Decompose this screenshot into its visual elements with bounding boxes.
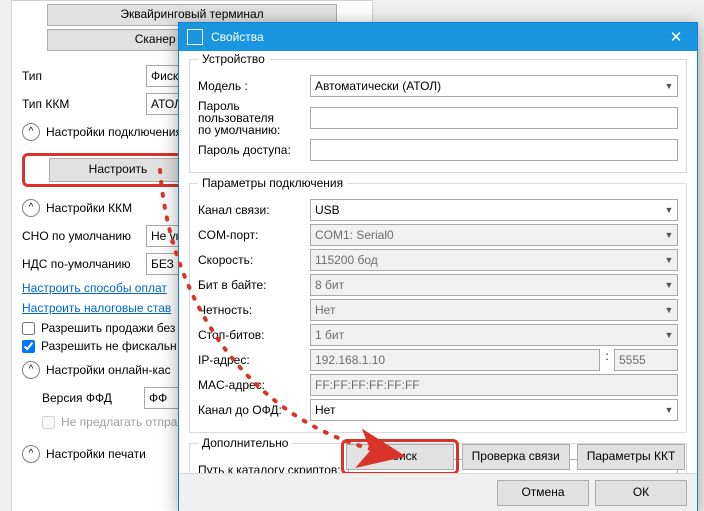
- chevron-down-icon: ▼: [661, 200, 677, 220]
- kkm-section-label: Настройки ККМ: [46, 201, 132, 215]
- chevron-down-icon: ▼: [661, 400, 677, 420]
- model-value: Автоматически (АТОЛ): [315, 79, 441, 93]
- model-label: Модель :: [198, 79, 310, 93]
- parity-value: Нет: [315, 303, 335, 317]
- online-section-label: Настройки онлайн-кас: [46, 363, 171, 377]
- access-password-input[interactable]: [310, 139, 678, 161]
- chevron-down-icon: ▼: [661, 225, 677, 245]
- stopbits-select: 1 бит ▼: [310, 324, 678, 346]
- user-password-input[interactable]: [310, 107, 678, 129]
- print-section-label: Настройки печати: [46, 447, 146, 461]
- chevron-down-icon: ▼: [661, 76, 677, 96]
- titlebar[interactable]: Свойства ✕: [179, 23, 697, 51]
- device-group: Устройство Модель : Автоматически (АТОЛ)…: [189, 59, 687, 173]
- channel-label: Канал связи:: [198, 203, 310, 217]
- stopbits-value: 1 бит: [315, 328, 344, 342]
- connection-group: Параметры подключения Канал связи:USB▼ C…: [189, 183, 687, 433]
- bits-label: Бит в байте:: [198, 278, 310, 292]
- channel-value: USB: [315, 203, 340, 217]
- chevron-up-icon: ^: [22, 445, 40, 463]
- port-input: 5555: [614, 349, 678, 371]
- connection-section-label: Настройки подключения: [46, 125, 182, 139]
- chevron-down-icon: ▼: [661, 250, 677, 270]
- sno-label: СНО по умолчанию: [22, 229, 140, 243]
- chevron-up-icon: ^: [22, 199, 40, 217]
- parity-select: Нет ▼: [310, 299, 678, 321]
- ofd-label: Канал до ОФД:: [198, 403, 310, 417]
- ip-value: 192.168.1.10: [315, 353, 385, 367]
- ofd-value: Нет: [315, 403, 335, 417]
- bits-value: 8 бит: [315, 278, 344, 292]
- kkm-type-label: Тип ККМ: [22, 97, 140, 111]
- ofd-select[interactable]: Нет ▼: [310, 399, 678, 421]
- chevron-up-icon: ^: [22, 123, 40, 141]
- stopbits-label: Стоп-битов:: [198, 328, 310, 342]
- speed-value: 115200 бод: [315, 253, 378, 267]
- connection-legend: Параметры подключения: [198, 176, 347, 190]
- speed-label: Скорость:: [198, 253, 310, 267]
- chevron-down-icon: ▼: [661, 300, 677, 320]
- check-connection-button[interactable]: Проверка связи: [462, 444, 570, 470]
- ip-input: 192.168.1.10: [310, 349, 600, 371]
- com-port-label: COM-порт:: [198, 228, 310, 242]
- chevron-down-icon: ▼: [661, 325, 677, 345]
- type-label: Тип: [22, 69, 140, 83]
- bits-select: 8 бит ▼: [310, 274, 678, 296]
- action-bar: Поиск Проверка связи Параметры ККТ: [179, 444, 697, 470]
- mac-label: MAC-адрес:: [198, 378, 310, 392]
- window-title: Свойства: [211, 30, 655, 44]
- user-password-label: Пароль пользователя по умолчанию:: [198, 100, 310, 136]
- search-button[interactable]: Поиск: [346, 444, 454, 470]
- ok-button[interactable]: ОК: [595, 480, 687, 506]
- com-port-select: COM1: Serial0 ▼: [310, 224, 678, 246]
- setup-button[interactable]: Настроить: [49, 158, 187, 182]
- speed-select: 115200 бод ▼: [310, 249, 678, 271]
- cancel-button[interactable]: Отмена: [497, 480, 589, 506]
- device-legend: Устройство: [198, 52, 269, 66]
- port-separator: :: [604, 349, 610, 371]
- chevron-down-icon: ▼: [661, 275, 677, 295]
- kkt-params-button[interactable]: Параметры ККТ: [577, 444, 685, 470]
- ffd-label: Версия ФФД: [42, 391, 138, 405]
- window-icon: [187, 29, 203, 45]
- close-button[interactable]: ✕: [655, 23, 697, 51]
- dialog-footer: Отмена ОК: [179, 473, 697, 511]
- access-password-label: Пароль доступа:: [198, 143, 310, 157]
- search-button-label: Поиск: [384, 449, 417, 463]
- allow-nonfiscal-label: Разрешить не фискальн: [41, 339, 177, 353]
- mac-input: FF:FF:FF:FF:FF:FF: [310, 374, 678, 396]
- mac-value: FF:FF:FF:FF:FF:FF: [315, 378, 420, 392]
- properties-dialog: Свойства ✕ Устройство Модель : Автоматич…: [178, 22, 698, 511]
- parity-label: Четность:: [198, 303, 310, 317]
- port-value: 5555: [619, 353, 646, 367]
- allow-sales-label: Разрешить продажи без: [41, 321, 175, 335]
- channel-select[interactable]: USB ▼: [310, 199, 678, 221]
- com-port-value: COM1: Serial0: [315, 228, 394, 242]
- nds-label: НДС по-умолчанию: [22, 257, 140, 271]
- chevron-up-icon: ^: [22, 361, 40, 379]
- no-offer-send-label: Не предлагать отправ: [61, 415, 184, 429]
- model-select[interactable]: Автоматически (АТОЛ) ▼: [310, 75, 678, 97]
- ip-label: IP-адрес:: [198, 353, 310, 367]
